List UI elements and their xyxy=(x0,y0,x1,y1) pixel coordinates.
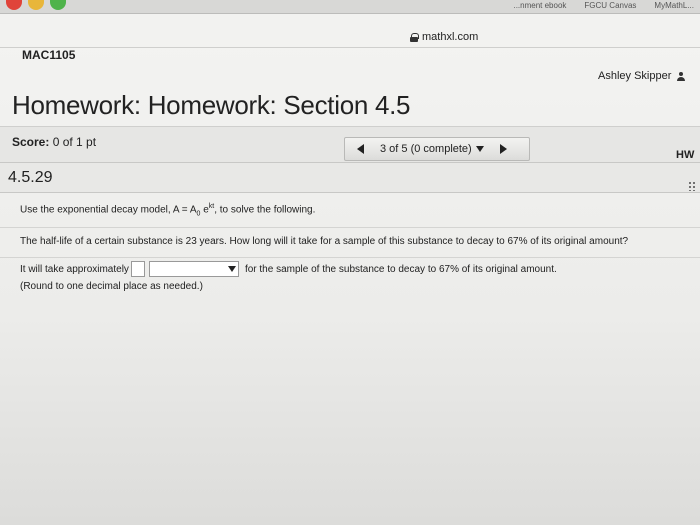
chevron-down-icon xyxy=(475,146,484,152)
previous-question-icon[interactable] xyxy=(357,144,364,154)
unit-dropdown[interactable] xyxy=(148,261,239,277)
score-value: 0 of 1 pt xyxy=(52,135,97,149)
chevron-down-icon xyxy=(227,266,236,272)
score-label: Score: xyxy=(12,135,50,149)
rounding-hint: (Round to one decimal place as needed.) xyxy=(20,281,203,292)
question-number-bar: 4.5.29 xyxy=(0,163,700,193)
user-name: Ashley Skipper xyxy=(598,70,672,82)
question-selector[interactable]: 3 of 5 (0 complete) xyxy=(380,143,484,155)
bookmark-fgcu-canvas[interactable]: FGCU Canvas xyxy=(584,1,636,10)
lock-icon xyxy=(410,32,419,42)
url-text: mathxl.com xyxy=(422,31,479,43)
minimize-window-button[interactable] xyxy=(28,0,44,10)
hw-label: HW xyxy=(676,149,695,161)
question-intro: Use the exponential decay model, A = A0 … xyxy=(20,203,315,217)
answer-suffix: for the sample of the substance to decay… xyxy=(244,263,557,275)
answer-row: It will take approximately for the sampl… xyxy=(20,261,557,277)
score-bar: Score: 0 of 1 pt 3 of 5 (0 complete) HW xyxy=(0,127,700,163)
divider xyxy=(0,227,700,228)
question-number: 4.5.29 xyxy=(8,169,53,186)
question-navigator: 3 of 5 (0 complete) xyxy=(344,137,530,161)
intro-suffix: , to solve the following. xyxy=(214,204,316,216)
divider xyxy=(0,257,700,258)
bookmark-mymathlab[interactable]: MyMathL... xyxy=(654,1,694,10)
answer-input[interactable] xyxy=(130,261,145,277)
answer-prefix: It will take approximately xyxy=(20,263,129,275)
course-code: MAC1105 xyxy=(22,48,76,62)
intro-prefix: Use the exponential decay model, A xyxy=(20,204,179,216)
score-display: Score: 0 of 1 pt xyxy=(12,135,96,149)
url-field[interactable]: mathxl.com xyxy=(410,31,478,43)
next-question-icon[interactable] xyxy=(499,144,507,154)
address-bar: mathxl.com xyxy=(0,14,700,48)
page-title: Homework: Homework: Section 4.5 xyxy=(12,90,411,120)
equation-part: = A xyxy=(179,204,197,216)
user-menu[interactable]: Ashley Skipper xyxy=(598,70,686,82)
maximize-window-button[interactable] xyxy=(50,0,66,10)
user-icon xyxy=(677,71,686,81)
question-prompt: The half-life of a certain substance is … xyxy=(20,236,629,247)
close-window-button[interactable] xyxy=(6,0,22,10)
question-progress: 3 of 5 (0 complete) xyxy=(380,143,472,155)
bookmarks-bar: ...nment ebook FGCU Canvas MyMathL... xyxy=(513,1,694,10)
window-controls xyxy=(6,0,66,10)
grip-icon[interactable] xyxy=(688,181,696,191)
equation-base: e xyxy=(200,204,209,216)
bookmark-ebook[interactable]: ...nment ebook xyxy=(513,1,566,10)
browser-chrome: ...nment ebook FGCU Canvas MyMathL... xyxy=(0,0,700,14)
